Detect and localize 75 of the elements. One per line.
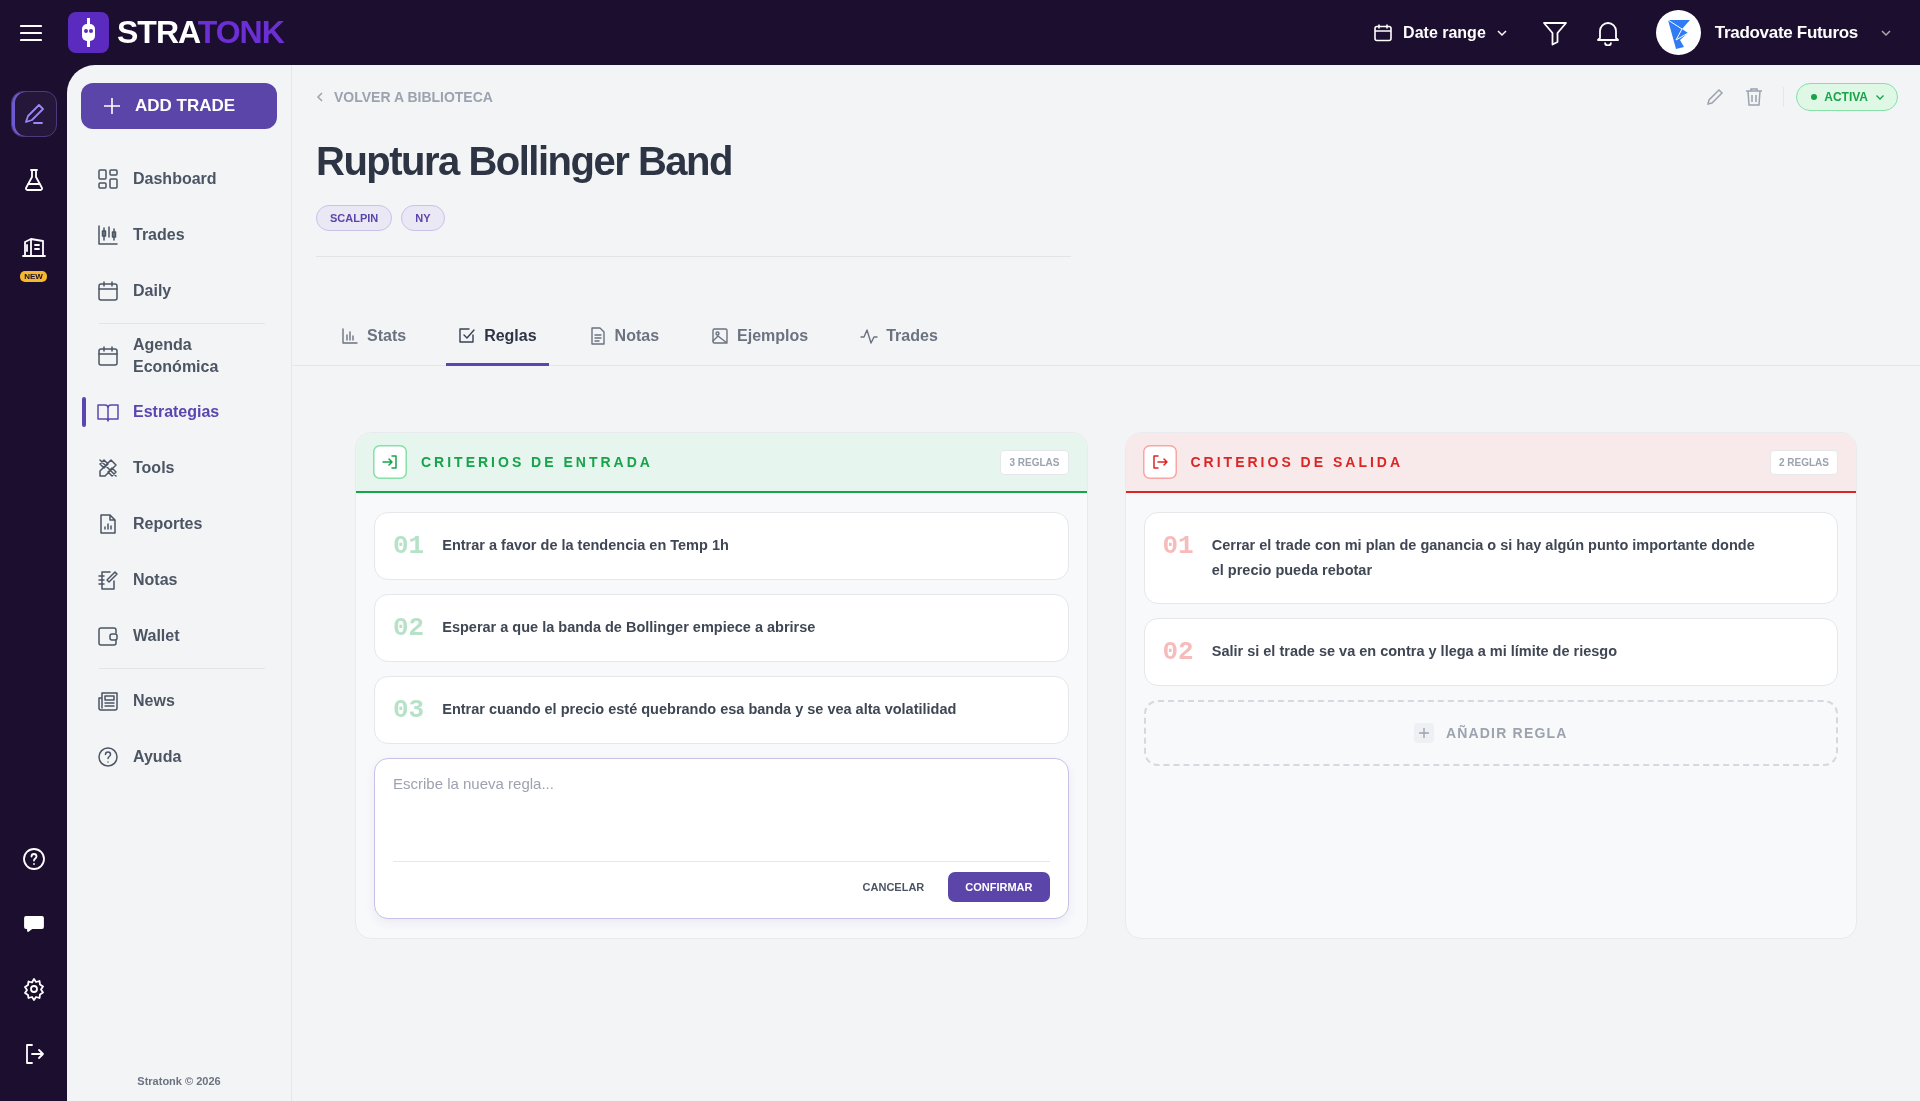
- sidebar-item[interactable]: Notas: [81, 552, 277, 608]
- tools-icon: [97, 457, 119, 479]
- exit-icon: [1142, 445, 1177, 479]
- filter-icon[interactable]: [1541, 19, 1568, 46]
- tab[interactable]: Ejemplos: [699, 319, 821, 366]
- chevron-down-icon: [1495, 28, 1508, 37]
- account-name[interactable]: Tradovate Futuros: [1714, 22, 1858, 43]
- sidebar-item[interactable]: Ayuda: [81, 729, 277, 785]
- sidebar-item[interactable]: Reportes: [81, 496, 277, 552]
- tab[interactable]: Stats: [329, 319, 419, 366]
- help-icon: [21, 847, 46, 871]
- newspaper-icon: [97, 690, 119, 712]
- logo-text: STRATONK: [117, 14, 284, 51]
- tag: SCALPIN: [316, 205, 393, 231]
- book-icon: [97, 401, 119, 423]
- sidebar-item[interactable]: Trades: [81, 207, 277, 263]
- plus-icon: [1413, 723, 1434, 743]
- checkbox-icon: [458, 327, 477, 345]
- add-trade-button[interactable]: ADD TRADE: [81, 83, 277, 129]
- chevron-left-icon: [316, 91, 324, 103]
- rule-text: Esperar a que la banda de Bollinger empiece a abrirse: [442, 618, 816, 637]
- copyright-text: Stratonk © 2026: [136, 1075, 222, 1087]
- strategy-title: Ruptura Bollinger Band: [316, 138, 733, 185]
- pulse-icon: [860, 327, 879, 345]
- notebook-icon: [97, 569, 119, 591]
- chevron-down-icon: [1875, 93, 1885, 101]
- grid-icon: [97, 168, 119, 190]
- sidebar-item[interactable]: Estrategias: [81, 384, 277, 440]
- sidebar-item[interactable]: Tools: [81, 440, 277, 496]
- calendar-icon: [1373, 22, 1394, 43]
- account-avatar-icon[interactable]: [1655, 10, 1701, 55]
- date-range-button[interactable]: Date range: [1373, 22, 1508, 43]
- candlestick-icon: [97, 224, 119, 246]
- bar-chart-icon: [341, 327, 359, 345]
- cancel-button[interactable]: CANCELAR: [856, 873, 931, 901]
- tab[interactable]: Trades: [848, 319, 950, 366]
- panel-title: CRITERIOS DE ENTRADA: [421, 454, 653, 470]
- rule-number: 01: [1162, 533, 1194, 559]
- sidebar-item[interactable]: Dashboard: [81, 151, 277, 207]
- settings-icon: [21, 977, 46, 1001]
- report-icon: [97, 513, 119, 535]
- confirm-button[interactable]: CONFIRMAR: [948, 872, 1050, 902]
- rule-number: 02: [1162, 639, 1194, 665]
- menu-icon[interactable]: [20, 23, 42, 42]
- tag: NY: [401, 205, 445, 231]
- plus-icon: [103, 97, 121, 115]
- rule-count-badge: 2 REGLAS: [1770, 449, 1838, 475]
- sidebar-item[interactable]: News: [81, 673, 277, 729]
- sidebar-item[interactable]: Wallet: [81, 608, 277, 664]
- help-icon: [97, 746, 119, 768]
- rule-number: 03: [393, 697, 425, 723]
- tab[interactable]: Reglas: [446, 319, 549, 366]
- new-badge: NEW: [20, 271, 47, 282]
- sidebar-item[interactable]: Daily: [81, 263, 277, 319]
- rule-text: Entrar a favor de la tendencia en Temp 1h: [442, 536, 729, 555]
- bell-icon[interactable]: [1595, 19, 1620, 46]
- rule-text: Salir si el trade se va en contra y llega a mi límite de riesgo: [1211, 642, 1618, 661]
- rule-number: 01: [393, 533, 425, 559]
- chevron-down-icon[interactable]: [1880, 28, 1892, 37]
- rule-editor[interactable]: Escribe la nueva regla... CANCELAR CONFIRMAR: [374, 758, 1069, 919]
- tab[interactable]: Notas: [576, 319, 672, 366]
- rule-count-badge: 3 REGLAS: [1000, 449, 1069, 475]
- rule-text: Cerrar el trade con mi plan de ganancia o si hay algún punto importante donde el precio pueda rebotar: [1211, 536, 1756, 580]
- sidebar-item[interactable]: Agenda Económica: [81, 328, 277, 384]
- document-icon: [588, 327, 607, 345]
- rule-text: Entrar cuando el precio esté quebrando esa banda y se vea alta volatilidad: [442, 700, 957, 719]
- rail-button[interactable]: [10, 91, 57, 137]
- rule-number: 02: [393, 615, 425, 641]
- panel-title: CRITERIOS DE SALIDA: [1190, 454, 1404, 470]
- robot-logo-icon: [68, 12, 109, 53]
- enter-icon: [373, 445, 407, 479]
- calendar-icon: [97, 280, 119, 302]
- wallet-icon: [97, 625, 119, 647]
- calendar-icon: [97, 345, 119, 367]
- image-icon: [711, 327, 730, 345]
